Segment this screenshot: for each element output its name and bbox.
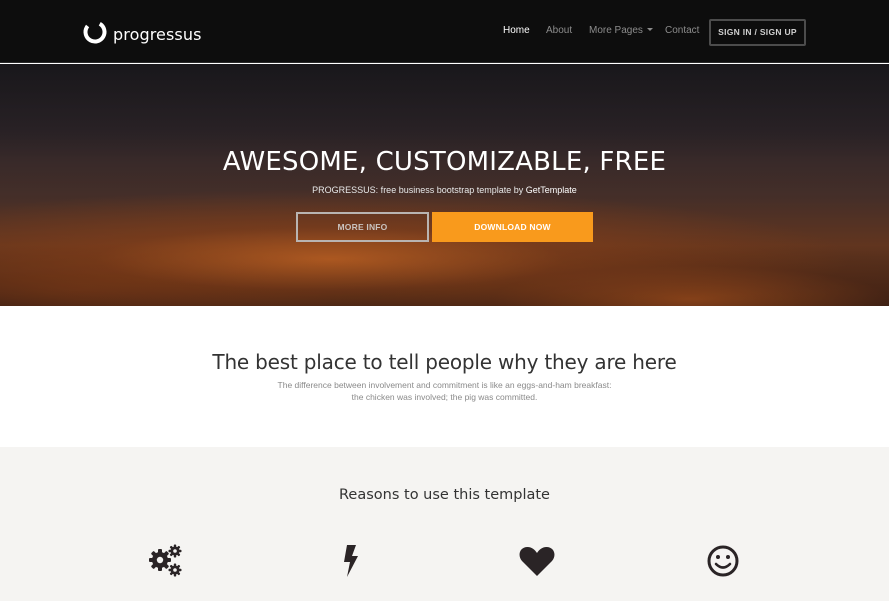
hero-banner: AWESOME, CUSTOMIZABLE, FREE PROGRESSUS: … <box>0 64 889 306</box>
brand-name: progressus <box>113 25 202 44</box>
reasons-section: Reasons to use this template <box>0 447 889 601</box>
nav-item-home[interactable]: Home <box>503 25 530 36</box>
hero-title: AWESOME, CUSTOMIZABLE, FREE <box>222 147 667 177</box>
navbar: progressus Home About More Pages Contact… <box>0 0 889 63</box>
nav-item-more-pages-label: More Pages <box>589 25 643 36</box>
hero-subtitle: PROGRESSUS: free business bootstrap temp… <box>0 185 889 195</box>
nav-item-more-pages[interactable]: More Pages <box>589 25 653 36</box>
flash-icon <box>344 545 358 577</box>
heart-icon <box>519 547 555 576</box>
more-info-button[interactable]: MORE INFO <box>296 212 429 242</box>
caret-down-icon <box>646 27 653 31</box>
intro-section: The best place to tell people why they a… <box>0 306 889 447</box>
brand-logo-link[interactable]: progressus <box>82 17 202 47</box>
gettemplate-link[interactable]: GetTemplate <box>526 185 577 195</box>
download-now-button[interactable]: DOWNLOAD NOW <box>432 212 593 242</box>
intro-title: The best place to tell people why they a… <box>212 350 677 374</box>
nav-item-contact[interactable]: Contact <box>665 25 699 36</box>
smile-icon <box>707 545 739 577</box>
gears-icon <box>149 544 182 577</box>
nav-item-about[interactable]: About <box>546 25 572 36</box>
intro-line-1: The difference between involvement and c… <box>277 380 612 390</box>
intro-text: The difference between involvement and c… <box>0 379 889 403</box>
progress-ring-logo-icon <box>83 20 107 44</box>
intro-line-2: the chicken was involved; the pig was co… <box>351 392 538 402</box>
hero-subtitle-text: PROGRESSUS: free business bootstrap temp… <box>312 185 526 195</box>
signin-signup-button[interactable]: SIGN IN / SIGN UP <box>709 19 806 46</box>
reasons-title: Reasons to use this template <box>339 487 550 503</box>
